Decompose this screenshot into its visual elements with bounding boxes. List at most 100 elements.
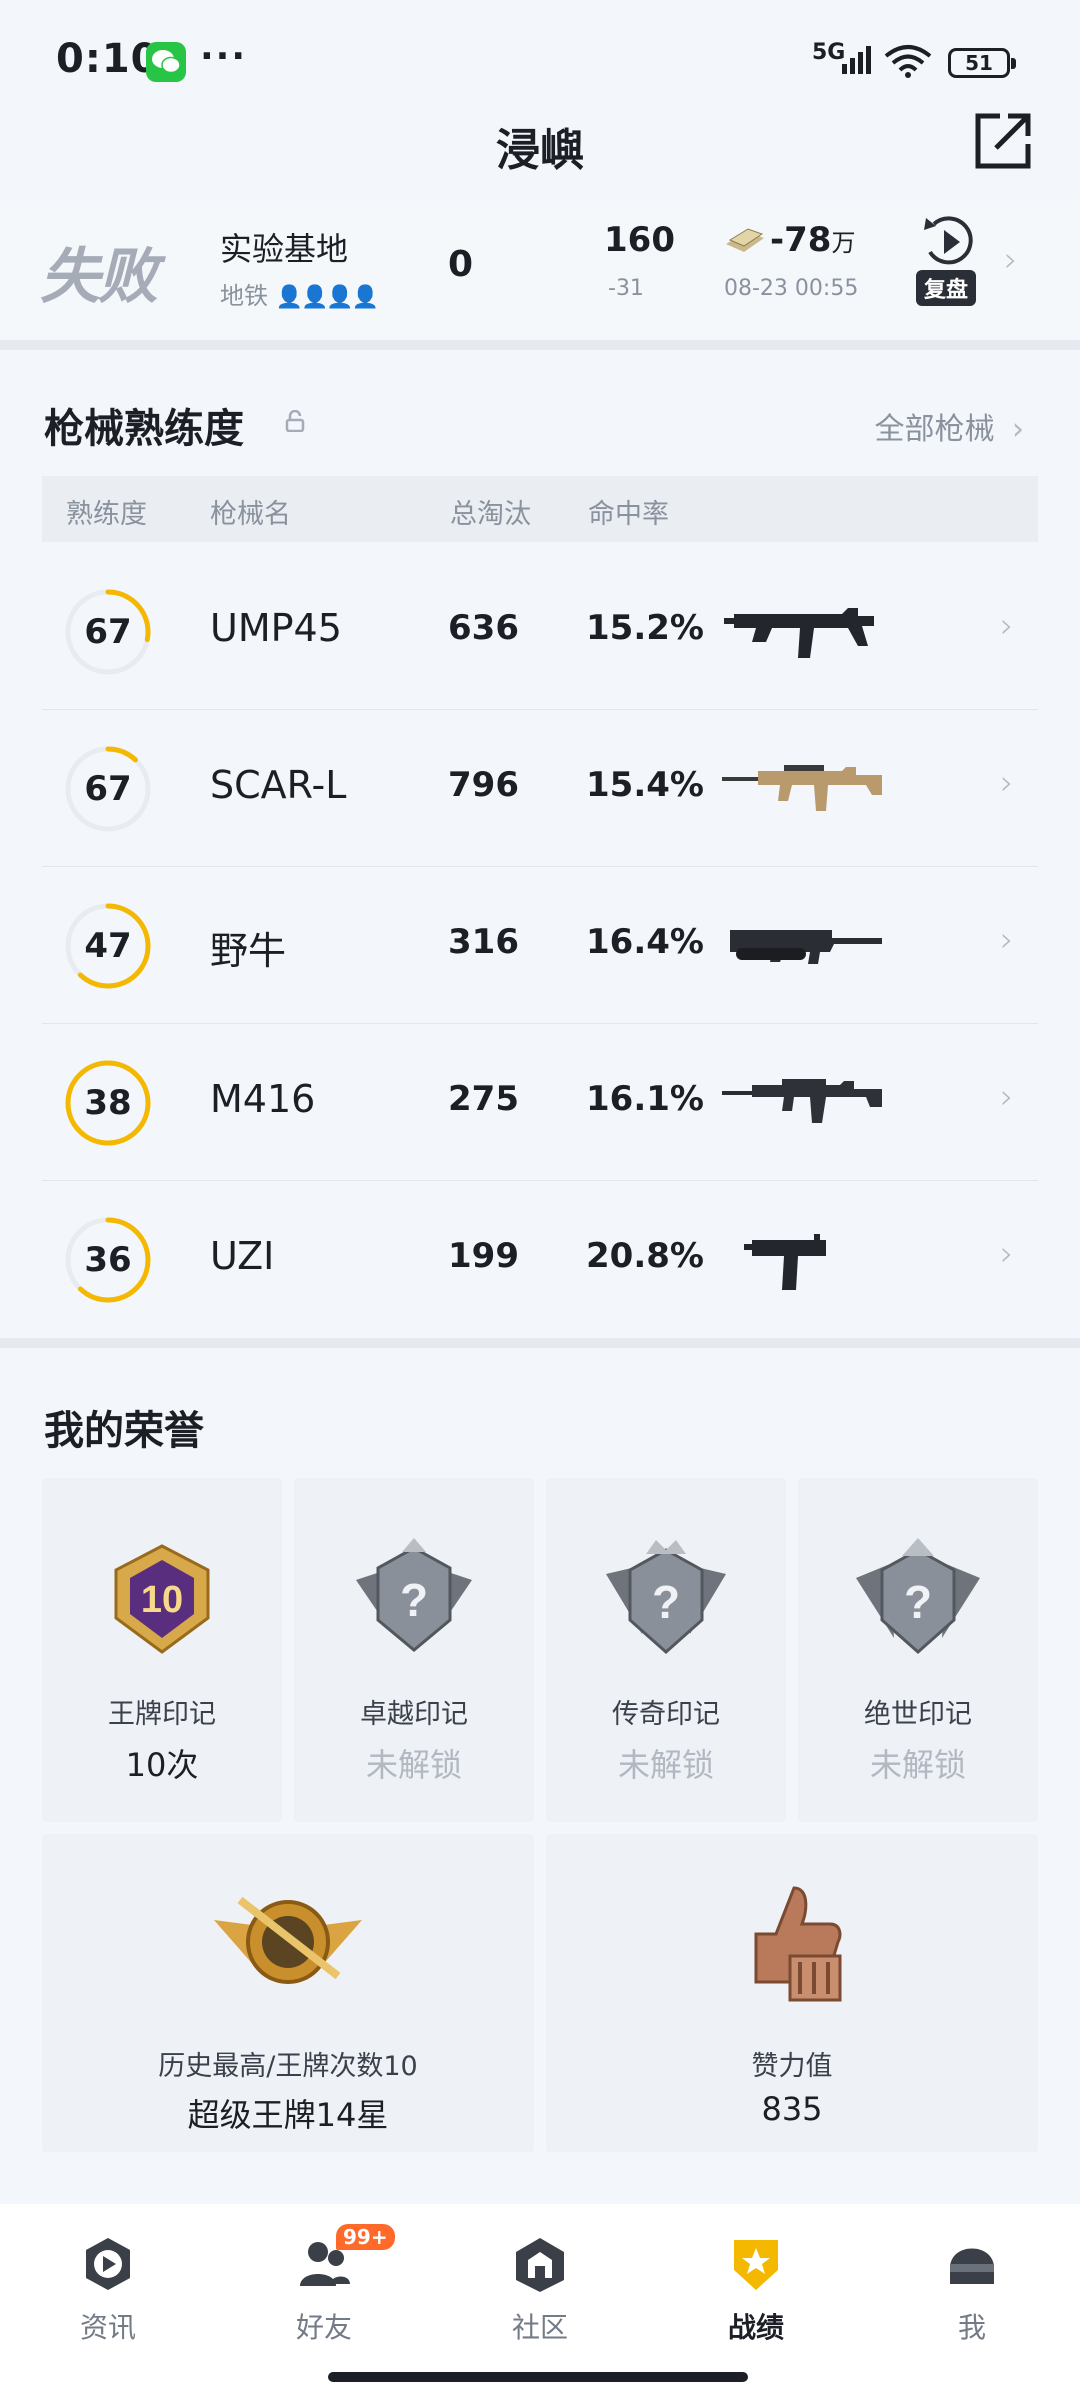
honor-label: 传奇印记 xyxy=(612,1699,720,1730)
honor-card-peerless[interactable]: ? 绝世印记 未解锁 xyxy=(798,1478,1038,1822)
chevron-right-icon: › xyxy=(1000,920,1014,960)
tab-me[interactable]: 我 xyxy=(902,2224,1042,2354)
weapon-row[interactable]: 67 SCAR-L 796 15.4% › xyxy=(42,711,1038,867)
honors-title: 我的荣誉 xyxy=(44,1408,204,1454)
squad-icon: 👤👤👤👤 xyxy=(275,285,380,310)
match-score: 160 xyxy=(604,220,675,260)
lock-icon[interactable] xyxy=(284,410,306,432)
weapon-kills: 316 xyxy=(448,922,519,962)
title-bar: 浸嶼 xyxy=(0,100,1080,190)
weapon-name: SCAR-L xyxy=(210,763,347,807)
weapon-kills: 796 xyxy=(448,765,519,805)
weapon-hit-rate: 16.1% xyxy=(586,1079,704,1119)
ace-mark-number: 10 xyxy=(141,1579,183,1621)
weapon-name: UMP45 xyxy=(210,606,342,650)
chevron-right-icon: › xyxy=(1000,1077,1014,1117)
replay-button[interactable]: 复盘 xyxy=(916,270,977,306)
weapon-table-header: 熟练度 枪械名 总淘汰 命中率 xyxy=(42,476,1038,542)
weapon-name: M416 xyxy=(210,1077,316,1121)
tab-label: 战绩 xyxy=(727,2311,784,2344)
honor-value: 835 xyxy=(761,2090,823,2128)
match-map: 实验基地 xyxy=(220,230,349,268)
replay-icon[interactable] xyxy=(920,214,980,270)
tab-friends[interactable]: 99+ 好友 xyxy=(254,2224,395,2354)
honor-card-excellence[interactable]: ? 卓越印记 未解锁 xyxy=(294,1478,534,1822)
honor-card-ace[interactable]: 10 王牌印记 10次 xyxy=(42,1478,282,1822)
chevron-right-icon: › xyxy=(1012,412,1024,447)
honor-label: 王牌印记 xyxy=(108,1699,216,1730)
signal-icon xyxy=(842,46,871,74)
latest-match-row[interactable]: 失败 实验基地 地铁 👤👤👤👤 0 160 -31 -78万 08-23 00:… xyxy=(0,200,1080,340)
weapon-row[interactable]: 47 野牛 316 16.4% › xyxy=(42,868,1038,1024)
super-ace-icon xyxy=(214,1896,362,1984)
honor-value: 未解锁 xyxy=(869,1746,966,1784)
chevron-right-icon: › xyxy=(1000,606,1014,646)
col-hit-rate: 命中率 xyxy=(588,499,669,530)
locked-mark-icon: ? xyxy=(356,1538,472,1652)
locked-mark-icon: ? xyxy=(606,1540,726,1655)
weapon-row[interactable]: 38 M416 275 16.1% › xyxy=(42,1025,1038,1181)
chevron-right-icon: › xyxy=(1000,1234,1014,1274)
honor-card-likes[interactable]: 赞力值 835 xyxy=(546,1834,1038,2152)
honor-label: 绝世印记 xyxy=(864,1699,972,1730)
network-type: 5G xyxy=(812,40,846,65)
tab-record[interactable]: 战绩 xyxy=(686,2224,826,2354)
proficiency-ring: 36 xyxy=(64,1216,152,1304)
thumbs-up-icon xyxy=(754,1886,842,2002)
weapon-proficiency-title: 枪械熟练度 xyxy=(44,406,244,452)
tab-news[interactable]: 资讯 xyxy=(38,2224,178,2354)
cash-icon xyxy=(726,228,764,252)
proficiency-level: 67 xyxy=(84,612,132,652)
wechat-icon xyxy=(146,42,186,82)
honor-label: 历史最高/王牌次数10 xyxy=(158,2051,418,2082)
honor-label: 卓越印记 xyxy=(360,1699,468,1730)
weapon-hit-rate: 15.4% xyxy=(586,765,704,805)
weapon-kills: 275 xyxy=(448,1079,519,1119)
home-indicator[interactable] xyxy=(328,2372,748,2382)
honor-value: 超级王牌14星 xyxy=(187,2096,389,2134)
bottom-tab-bar: 资讯 99+ 好友 社区 战绩 我 xyxy=(0,2204,1080,2400)
match-mode-label: 地铁 xyxy=(220,282,268,310)
match-score-delta: -31 xyxy=(608,276,644,301)
battery-icon: 51 xyxy=(948,48,1016,78)
all-weapons-link[interactable]: 全部枪械 › xyxy=(874,404,1024,448)
proficiency-level: 38 xyxy=(84,1083,132,1123)
weapon-name: 野牛 xyxy=(210,929,287,973)
match-money-unit: 万 xyxy=(831,229,856,257)
weapon-row[interactable]: 67 UMP45 636 15.2% › xyxy=(42,554,1038,710)
weapon-row[interactable]: 36 UZI 199 20.8% › xyxy=(42,1182,1038,1338)
tab-community[interactable]: 社区 xyxy=(470,2224,610,2354)
match-kills: 0 xyxy=(448,244,474,285)
rifle-scar-icon xyxy=(722,765,882,811)
friends-badge: 99+ xyxy=(336,2224,395,2250)
smg-ump45-icon xyxy=(724,608,874,658)
smg-uzi-icon xyxy=(744,1234,826,1290)
share-icon[interactable] xyxy=(972,110,1034,172)
honor-value: 未解锁 xyxy=(365,1746,462,1784)
rifle-m416-icon xyxy=(722,1079,882,1123)
weapon-kills: 199 xyxy=(448,1236,519,1276)
chevron-right-icon: › xyxy=(1000,763,1014,803)
locked-mark-icon: ? xyxy=(856,1538,980,1655)
news-icon xyxy=(86,2238,130,2290)
me-icon xyxy=(950,2248,994,2284)
honor-value: 10次 xyxy=(125,1746,199,1784)
chevron-right-icon: › xyxy=(1004,240,1018,280)
page-title: 浸嶼 xyxy=(496,125,584,176)
locked-mark-symbol: ? xyxy=(904,1576,932,1628)
honor-card-legend[interactable]: ? 传奇印记 未解锁 xyxy=(546,1478,786,1822)
proficiency-ring: 38 xyxy=(64,1059,152,1147)
honor-card-highest-tier[interactable]: 历史最高/王牌次数10 超级王牌14星 xyxy=(42,1834,534,2152)
status-time: 0:10 xyxy=(56,36,160,82)
match-mode: 地铁 👤👤👤👤 xyxy=(220,276,380,311)
more-notifications-icon: ··· xyxy=(200,36,248,77)
tab-label: 我 xyxy=(957,2311,986,2344)
all-weapons-label: 全部枪械 xyxy=(874,412,995,447)
proficiency-ring: 67 xyxy=(64,588,152,676)
wifi-icon xyxy=(884,45,932,78)
weapon-kills: 636 xyxy=(448,608,519,648)
tab-label: 资讯 xyxy=(79,2311,136,2344)
community-icon xyxy=(516,2238,564,2292)
proficiency-level: 36 xyxy=(84,1240,132,1280)
section-divider xyxy=(0,1338,1080,1348)
